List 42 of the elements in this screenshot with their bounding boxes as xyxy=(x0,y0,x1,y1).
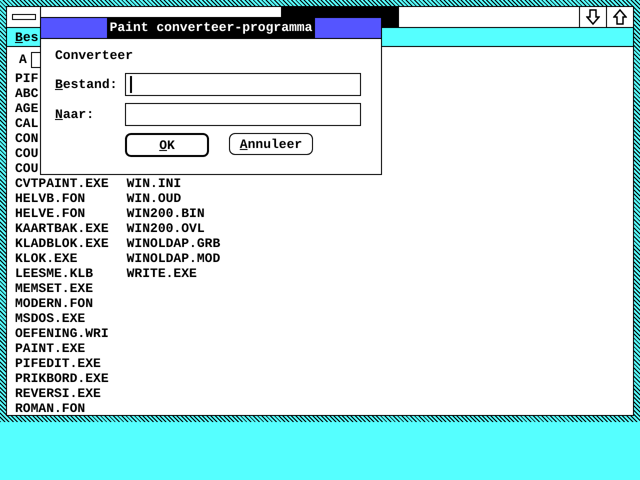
file-name[interactable]: MEMSET.EXE xyxy=(15,281,94,296)
file-name[interactable]: LEESME.KLB xyxy=(15,266,94,281)
field-label: Naar: xyxy=(55,107,96,122)
file-name[interactable]: WIN200.BIN xyxy=(126,206,205,221)
file-name[interactable]: CVTPAINT.EXE xyxy=(15,176,109,191)
drive-label: A xyxy=(19,52,27,67)
input-field[interactable] xyxy=(125,103,361,126)
down-arrow-icon xyxy=(586,9,600,25)
file-name[interactable]: HELVE.FON xyxy=(15,206,86,221)
input-field[interactable] xyxy=(125,73,361,96)
file-name[interactable]: OEFENING.WRI xyxy=(15,326,109,341)
directory-path: PIF xyxy=(15,71,38,86)
menu-item[interactable]: Bes xyxy=(7,28,46,46)
file-name[interactable]: AGE xyxy=(15,101,38,116)
ok-button[interactable]: OK xyxy=(125,133,209,157)
field-label: Bestand: xyxy=(55,77,118,92)
cancel-button[interactable]: Annuleer xyxy=(229,133,313,155)
file-name[interactable]: KLADBLOK.EXE xyxy=(15,236,109,251)
file-name[interactable]: COU xyxy=(15,161,38,176)
file-name[interactable]: PIFEDIT.EXE xyxy=(15,356,101,371)
file-name[interactable]: PAINT.EXE xyxy=(15,341,86,356)
up-arrow-icon xyxy=(613,9,627,25)
file-name[interactable]: KAARTBAK.EXE xyxy=(15,221,109,236)
file-name[interactable]: CON xyxy=(15,131,38,146)
file-name[interactable]: CAL xyxy=(15,116,38,131)
file-name[interactable]: HELVB.FON xyxy=(15,191,86,206)
file-name[interactable]: WIN.OUD xyxy=(126,191,182,206)
file-name[interactable]: ROMAN.FON xyxy=(15,401,86,415)
file-name[interactable]: ABC xyxy=(15,86,38,101)
file-name[interactable]: KLOK.EXE xyxy=(15,251,78,266)
file-name[interactable]: WINOLDAP.MOD xyxy=(126,251,220,266)
file-name[interactable]: COU xyxy=(15,146,38,161)
file-name[interactable]: WIN.INI xyxy=(126,176,182,191)
dialog-heading: Converteer xyxy=(55,47,134,65)
file-name[interactable]: WIN200.OVL xyxy=(126,221,205,236)
file-name[interactable]: REVERSI.EXE xyxy=(15,386,101,401)
file-name[interactable]: MSDOS.EXE xyxy=(15,311,86,326)
file-name[interactable]: WRITE.EXE xyxy=(126,266,197,281)
file-name[interactable]: WINOLDAP.GRB xyxy=(126,236,220,251)
file-name[interactable]: MODERN.FON xyxy=(15,296,94,311)
dialog-title: Paint converteer-programma xyxy=(106,18,316,38)
file-name[interactable]: PRIKBORD.EXE xyxy=(15,371,109,386)
